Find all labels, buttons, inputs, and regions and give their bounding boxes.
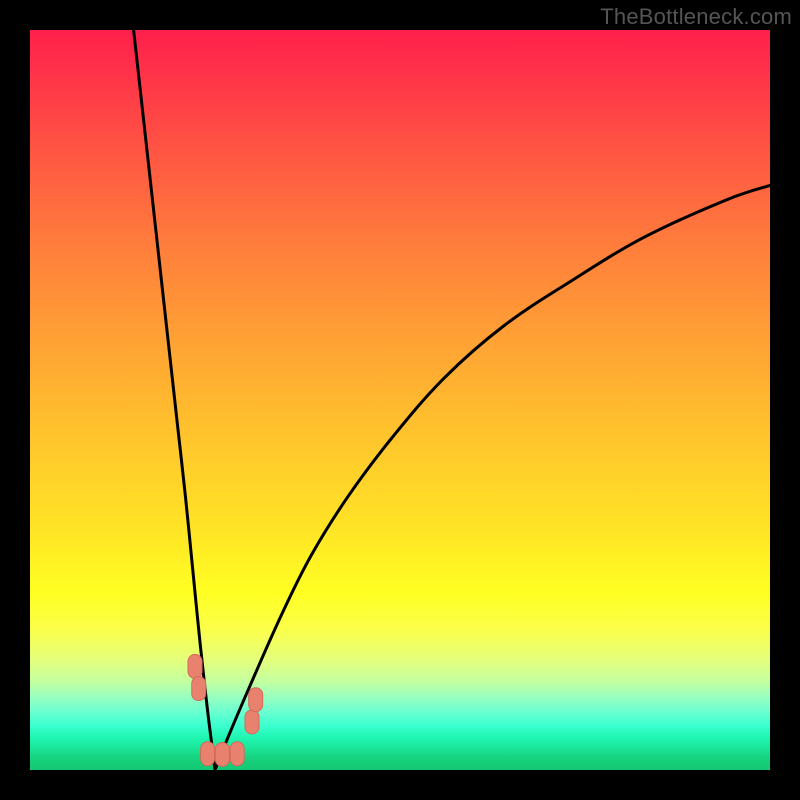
marker-left-cluster-top	[188, 654, 202, 678]
plot-area	[30, 30, 770, 770]
marker-left-cluster-mid	[192, 677, 206, 701]
curve-layer	[30, 30, 770, 770]
watermark-text: TheBottleneck.com	[600, 4, 792, 30]
series-left-branch	[134, 30, 215, 770]
curve-group	[134, 30, 770, 770]
marker-floor-1	[201, 742, 215, 766]
marker-right-cluster-low	[245, 710, 259, 734]
chart-frame: TheBottleneck.com	[0, 0, 800, 800]
marker-floor-3	[230, 742, 244, 766]
marker-floor-2	[215, 742, 229, 766]
marker-group	[188, 654, 263, 766]
series-right-branch	[215, 185, 770, 770]
marker-right-cluster-high	[249, 688, 263, 712]
